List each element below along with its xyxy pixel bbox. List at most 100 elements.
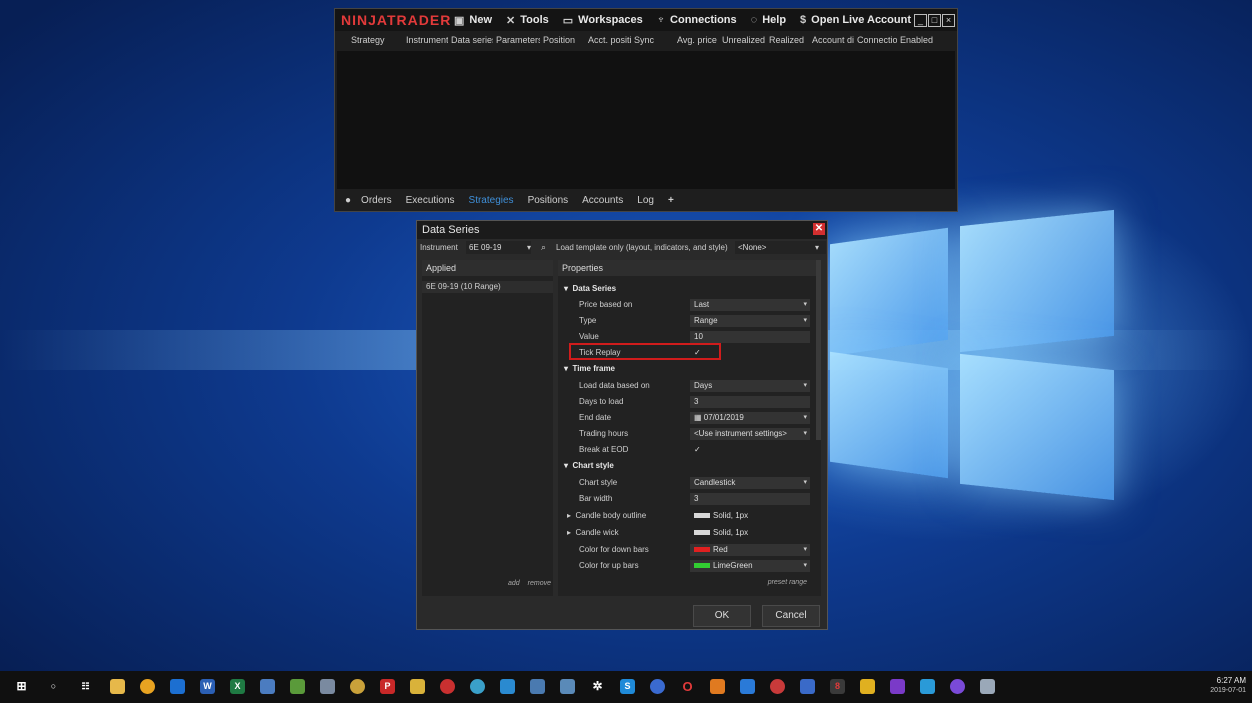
opera-icon[interactable]: O	[680, 679, 695, 694]
word-icon[interactable]: W	[200, 679, 215, 694]
add-link[interactable]: add	[508, 580, 520, 587]
tab-executions[interactable]: Executions	[406, 195, 455, 206]
color-up-select[interactable]: LimeGreen ▾	[690, 560, 810, 572]
menu-connections[interactable]: ♆ Connections	[657, 14, 737, 26]
clock-date[interactable]: 2019-07-01	[1210, 687, 1246, 694]
search-icon[interactable]: ○	[46, 679, 61, 694]
app-icon[interactable]	[710, 679, 725, 694]
task-view-icon[interactable]: ☷	[78, 679, 93, 694]
column-header[interactable]: Unrealized	[719, 35, 766, 51]
app-icon[interactable]	[770, 679, 785, 694]
trading-hours-select[interactable]: <Use instrument settings> ▾	[690, 428, 810, 440]
start-icon[interactable]: ⊞	[14, 679, 29, 694]
app-icon[interactable]	[410, 679, 425, 694]
app-icon[interactable]: P	[380, 679, 395, 694]
clock-time[interactable]: 6:27 AM	[1217, 676, 1246, 685]
app-icon[interactable]	[800, 679, 815, 694]
column-header[interactable]: Acct. position	[585, 35, 631, 51]
tab-orders[interactable]: Orders	[361, 195, 392, 206]
tab-strategies[interactable]: Strategies	[469, 195, 514, 206]
section-chart-style[interactable]: ▾ Chart style	[564, 461, 614, 470]
chart-style-select[interactable]: Candlestick ▾	[690, 477, 810, 489]
end-date-picker[interactable]: ▦ 07/01/2019 ▾	[690, 412, 810, 424]
column-header[interactable]: Account display	[809, 35, 854, 51]
app-icon[interactable]	[950, 679, 965, 694]
app-icon[interactable]	[740, 679, 755, 694]
app-icon[interactable]	[530, 679, 545, 694]
maximize-button[interactable]: □	[928, 13, 941, 27]
instrument-selector[interactable]: 6E 09-19	[466, 241, 531, 254]
candle-body-outline-row[interactable]: ▸ Candle body outline	[567, 511, 646, 520]
search-icon[interactable]: ⌕	[541, 242, 546, 253]
file-explorer-icon[interactable]	[110, 679, 125, 694]
candle-body-outline-value[interactable]: Solid, 1px	[690, 510, 810, 522]
candle-wick-value[interactable]: Solid, 1px	[690, 527, 810, 539]
column-header[interactable]: Realized	[766, 35, 809, 51]
app-icon[interactable]	[500, 679, 515, 694]
column-header[interactable]: Enabled	[897, 35, 940, 51]
app-icon[interactable]	[980, 679, 995, 694]
break-at-eod-checkbox[interactable]: ✓	[690, 444, 810, 456]
section-time-frame[interactable]: ▾ Time frame	[564, 364, 615, 373]
column-header[interactable]: Data series	[448, 35, 493, 51]
column-header[interactable]: Strategy	[335, 35, 403, 51]
app-icon[interactable]	[440, 679, 455, 694]
cancel-button[interactable]: Cancel	[762, 605, 820, 627]
value-label: Value	[579, 332, 599, 341]
price-based-on-select[interactable]: Last ▾	[690, 299, 810, 311]
app-icon[interactable]	[650, 679, 665, 694]
tab-log[interactable]: Log	[637, 195, 654, 206]
excel-icon[interactable]: X	[230, 679, 245, 694]
column-header[interactable]: Instrument	[403, 35, 448, 51]
column-header[interactable]: Connection	[854, 35, 897, 51]
load-data-based-on-select[interactable]: Days ▾	[690, 380, 810, 392]
tab-menu-icon[interactable]: ●	[345, 195, 351, 206]
skype-icon[interactable]: S	[620, 679, 635, 694]
app-icon[interactable]	[860, 679, 875, 694]
dialog-close-button[interactable]: ✕	[813, 223, 825, 235]
tab-accounts[interactable]: Accounts	[582, 195, 623, 206]
close-button[interactable]: ×	[942, 13, 955, 27]
menu-open-live-account[interactable]: $ Open Live Account	[800, 14, 911, 26]
settings-icon[interactable]: ✲	[590, 679, 605, 694]
tab-positions[interactable]: Positions	[528, 195, 569, 206]
app-icon[interactable]	[290, 679, 305, 694]
days-to-load-input[interactable]: 3	[690, 396, 810, 408]
bar-width-input[interactable]: 3	[690, 493, 810, 505]
preset-range-link[interactable]: preset range	[768, 579, 807, 586]
properties-scrollbar[interactable]	[816, 260, 821, 440]
column-header[interactable]: Avg. price	[674, 35, 719, 51]
chevron-down-icon[interactable]: ▾	[815, 243, 819, 252]
column-header[interactable]: Position	[540, 35, 585, 51]
app-icon[interactable]	[350, 679, 365, 694]
visual-studio-icon[interactable]	[890, 679, 905, 694]
chrome-icon[interactable]	[140, 679, 155, 694]
column-header[interactable]: Parameters	[493, 35, 540, 51]
menu-workspaces[interactable]: ▭ Workspaces	[563, 14, 643, 27]
app-icon[interactable]	[320, 679, 335, 694]
chevron-down-icon[interactable]: ▾	[527, 243, 531, 252]
remove-link[interactable]: remove	[528, 580, 551, 587]
menu-tools[interactable]: ✕ Tools	[506, 14, 549, 27]
applied-header: Applied	[422, 260, 553, 276]
menu-help[interactable]: ◌ Help	[751, 14, 786, 26]
menu-new[interactable]: ▣ New	[454, 14, 492, 27]
type-select[interactable]: Range ▾	[690, 315, 810, 327]
color-down-select[interactable]: Red ▾	[690, 544, 810, 556]
app-icon[interactable]	[920, 679, 935, 694]
ninjatrader-taskbar-icon[interactable]: 8	[830, 679, 845, 694]
minimize-button[interactable]: _	[914, 13, 927, 27]
add-tab-button[interactable]: +	[668, 195, 674, 206]
candle-wick-row[interactable]: ▸ Candle wick	[567, 528, 619, 537]
app-icon[interactable]	[260, 679, 275, 694]
app-icon[interactable]	[560, 679, 575, 694]
template-selector[interactable]: <None>	[735, 241, 826, 254]
ok-button[interactable]: OK	[693, 605, 751, 627]
applied-list-item[interactable]: 6E 09-19 (10 Range)	[422, 281, 553, 293]
strategies-grid[interactable]	[337, 51, 955, 189]
outlook-icon[interactable]	[170, 679, 185, 694]
column-header[interactable]: Sync	[631, 35, 674, 51]
app-icon[interactable]	[470, 679, 485, 694]
section-data-series[interactable]: ▾ Data Series	[564, 284, 616, 293]
value-input[interactable]: 10	[690, 331, 810, 343]
